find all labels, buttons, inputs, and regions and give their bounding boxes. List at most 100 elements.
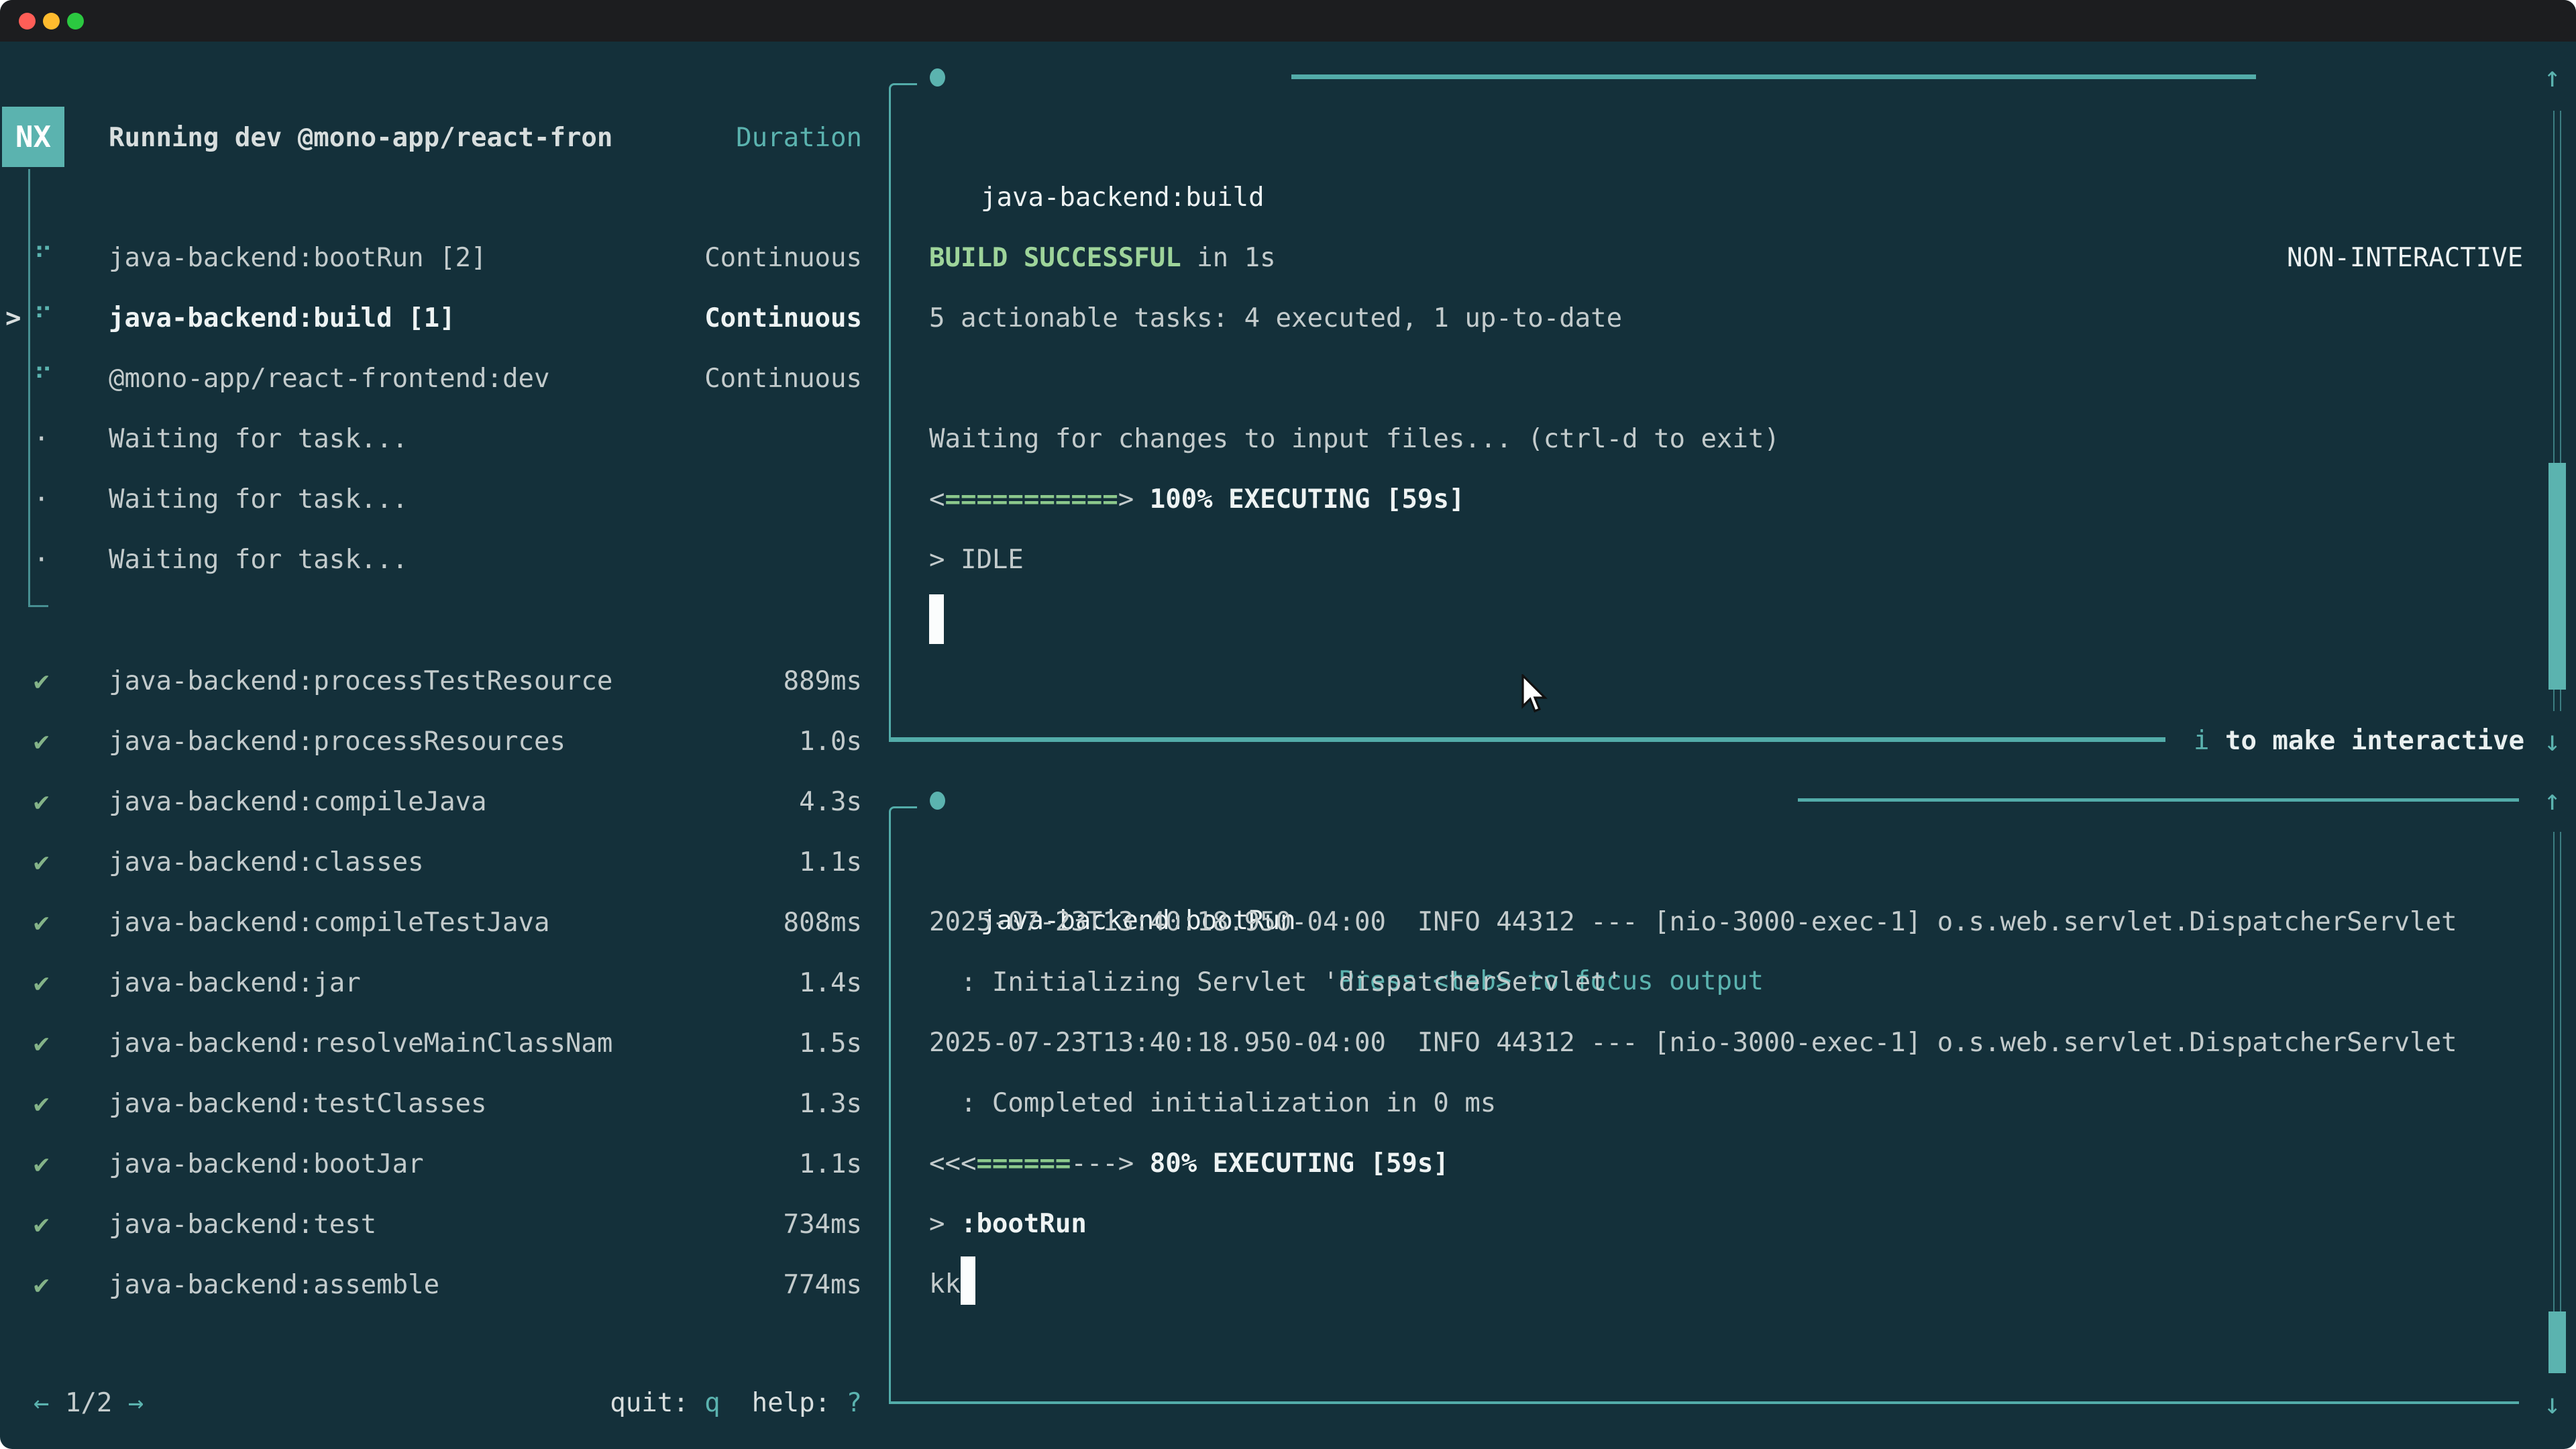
help-key[interactable]: ? [847, 1388, 862, 1418]
task-name: java-backend:jar [109, 953, 361, 1014]
bootrun-pane-bottom-border [889, 1401, 2519, 1404]
bootrun-typed-input[interactable]: kk [929, 1254, 975, 1315]
task-duration: Continuous [704, 349, 862, 409]
terminal-text-segment: ====== [976, 1148, 1071, 1179]
spinner-icon: ⠋ [34, 288, 53, 349]
terminal-text-segment: =========== [945, 484, 1118, 515]
typed-text: kk [929, 1269, 961, 1299]
task-name: java-backend:resolveMainClassNam [109, 1014, 612, 1074]
task-row[interactable]: ·Waiting for task... [0, 530, 872, 590]
waiting-dot-icon: · [34, 470, 49, 530]
task-name: Waiting for task... [109, 409, 408, 470]
build-pane-mode-badge: NON-INTERACTIVE [2287, 228, 2523, 288]
task-duration: 734ms [784, 1195, 862, 1255]
check-icon: ✔ [34, 1255, 49, 1316]
build-success-line: BUILD SUCCESSFUL in 1s [929, 228, 1276, 288]
task-row[interactable]: ✔ java-backend:test 734ms [0, 1195, 872, 1255]
interactive-hint-key[interactable]: i [2194, 726, 2209, 756]
task-name: java-backend:bootRun [2] [109, 228, 487, 288]
check-icon: ✔ [34, 1134, 49, 1195]
check-icon: ✔ [34, 712, 49, 772]
task-name: Waiting for task... [109, 530, 408, 590]
terminal-text-segment [1134, 484, 1149, 515]
bootrun-pane-scrollbar-thumb[interactable] [2548, 1311, 2566, 1373]
build-pane-bottom-border [889, 737, 2165, 742]
build-pane-title: java-backend:build [981, 168, 1265, 228]
terminal-text-segment: ---> [1071, 1148, 1134, 1179]
build-pane-scrollbar-thumb[interactable] [2548, 463, 2566, 690]
terminal-text-segment [1134, 1148, 1149, 1179]
task-row[interactable]: ✔ java-backend:processResources 1.0s [0, 712, 872, 772]
task-name: java-backend:processResources [109, 712, 566, 772]
check-icon: ✔ [34, 1195, 49, 1255]
terminal-text-segment: 80% EXECUTING [59s] [1150, 1148, 1449, 1179]
task-name: java-backend:bootJar [109, 1134, 424, 1195]
build-waiting-line: Waiting for changes to input files... (c… [929, 409, 1780, 470]
task-duration: 1.3s [799, 1074, 862, 1134]
task-duration: 1.4s [799, 953, 862, 1014]
bootrun-pane-scroll-up-icon[interactable]: ↑ [2544, 770, 2561, 830]
task-row[interactable]: ✔java-backend:classes1.1s [0, 833, 872, 893]
task-name: java-backend:compileTestJava [109, 893, 549, 953]
terminal-text-segment: <<< [929, 1148, 976, 1179]
task-duration: 1.1s [799, 1134, 862, 1195]
task-duration: 1.0s [799, 712, 862, 772]
bootrun-task-bullet-icon [930, 792, 945, 810]
bootrun-progress-bar: <<<======---> 80% EXECUTING [59s] [929, 1134, 1449, 1194]
minimize-window-button[interactable] [43, 13, 60, 30]
log-line: 2025-07-23T13:40:18.950-04:00 INFO 44312… [929, 892, 2457, 953]
bootrun-pane-scroll-down-icon[interactable]: ↓ [2544, 1374, 2561, 1434]
task-name: java-backend:build [1] [109, 288, 455, 349]
quit-key[interactable]: q [704, 1388, 720, 1418]
check-icon: ✔ [34, 1074, 49, 1134]
task-row[interactable]: ✔ java-backend:bootJar 1.1s [0, 1134, 872, 1195]
spinner-icon: ⠋ [34, 349, 53, 409]
terminal-text-segment: < [929, 484, 945, 515]
terminal-text-segment: 100% EXECUTING [59s] [1150, 484, 1465, 515]
terminal-text-segment: > [929, 1209, 961, 1239]
task-duration: Continuous [704, 288, 862, 349]
waiting-dot-icon: · [34, 409, 49, 470]
mouse-pointer-icon [1521, 674, 1551, 716]
task-duration: 808ms [784, 893, 862, 953]
task-name: java-backend:test [109, 1195, 376, 1255]
bootrun-pane-header-rule [1798, 798, 2519, 802]
bootrun-pane-scrollbar-track[interactable] [2553, 832, 2561, 1368]
task-row[interactable]: ✔ java-backend:testClasses 1.3s [0, 1074, 872, 1134]
task-row[interactable]: >⠋java-backend:build [1]Continuous [0, 288, 872, 349]
task-name: java-backend:assemble [109, 1255, 439, 1316]
task-row[interactable]: · Waiting for task... [0, 409, 872, 470]
running-task-list: ⠋java-backend:bootRun [2]Continuous>⠋jav… [0, 228, 872, 590]
log-line: : Initializing Servlet 'dispatcherServle… [929, 953, 1622, 1013]
build-idle-prompt: > IDLE [929, 530, 1024, 590]
terminal-text-segment: > [1118, 484, 1134, 515]
build-pane-scroll-up-icon[interactable]: ↑ [2544, 47, 2561, 107]
maximize-window-button[interactable] [67, 13, 84, 30]
task-row[interactable]: ✔java-backend:jar1.4s [0, 953, 872, 1014]
task-row[interactable]: ✔java-backend:assemble774ms [0, 1255, 872, 1316]
duration-column-header: Duration [0, 108, 862, 168]
task-row[interactable]: ·Waiting for task... [0, 470, 872, 530]
window-titlebar [0, 0, 2576, 42]
task-name: java-backend:testClasses [109, 1074, 487, 1134]
task-row[interactable]: ✔java-backend:compileTestJava808ms [0, 893, 872, 953]
build-tasks-summary: 5 actionable tasks: 4 executed, 1 up-to-… [929, 288, 1622, 349]
task-row[interactable]: ✔java-backend:resolveMainClassNam1.5s [0, 1014, 872, 1074]
build-pane-header-rule [1291, 74, 2256, 79]
task-name: @mono-app/react-frontend:dev [109, 349, 549, 409]
task-name: java-backend:processTestResource [109, 651, 612, 712]
task-row[interactable]: ⠋ @mono-app/react-frontend:dev Continuous [0, 349, 872, 409]
task-duration: Continuous [704, 228, 862, 288]
terminal-text-segment: :bootRun [961, 1209, 1087, 1239]
close-window-button[interactable] [19, 13, 36, 30]
task-duration: 1.1s [799, 833, 862, 893]
completed-task-list: ✔java-backend:processTestResource889ms✔j… [0, 651, 872, 1316]
check-icon: ✔ [34, 1014, 49, 1074]
task-duration: 889ms [784, 651, 862, 712]
task-row[interactable]: ✔ java-backend:processTestResource 889ms [0, 651, 872, 712]
terminal-window: NX Running dev @mono-app/react-fron Dura… [0, 0, 2576, 1449]
footer-shortcuts: quit: q help: ? [0, 1373, 862, 1434]
check-icon: ✔ [34, 651, 49, 712]
task-row[interactable]: ⠋java-backend:bootRun [2]Continuous [0, 228, 872, 288]
build-pane-scroll-down-icon[interactable]: ↓ [2544, 711, 2561, 771]
